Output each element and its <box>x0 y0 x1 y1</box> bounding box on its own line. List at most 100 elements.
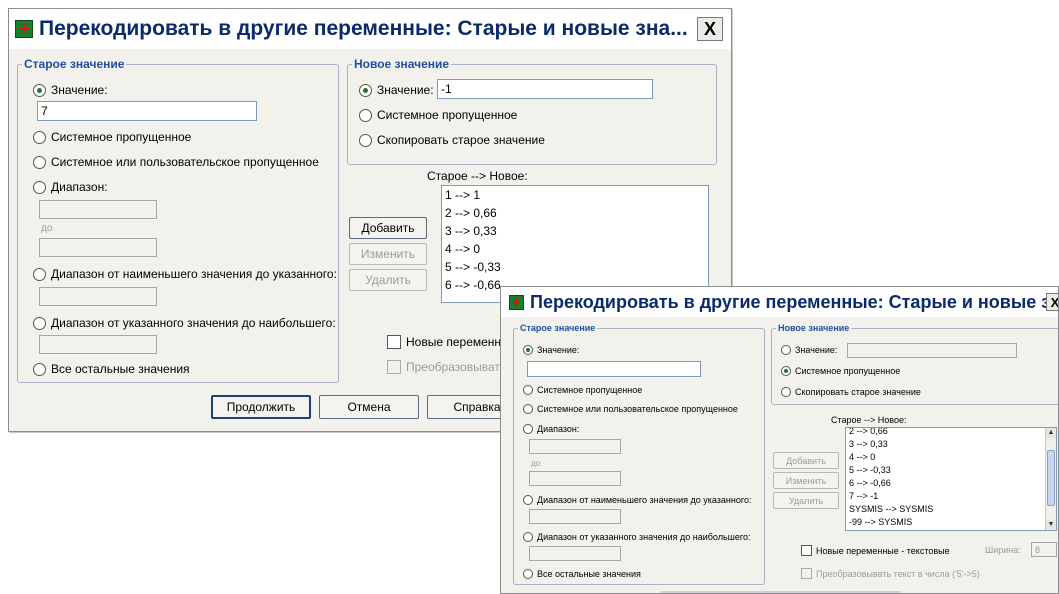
new-system-missing-label: Системное пропущенное <box>377 108 518 122</box>
new-value-input[interactable]: -1 <box>437 79 653 99</box>
width-label: Ширина: <box>985 545 1021 555</box>
radio-icon <box>33 180 46 194</box>
radio-icon <box>523 424 533 434</box>
old-system-user-missing-radio[interactable]: Системное или пользовательское пропущенн… <box>523 404 738 414</box>
old-value-label: Значение: <box>51 83 108 97</box>
old-value-label: Значение: <box>537 345 580 355</box>
old-system-missing-radio[interactable]: Системное пропущенное <box>33 130 191 144</box>
convert-numeric-label: Преобразовывать <box>406 360 507 374</box>
add-button[interactable]: Добавить <box>349 217 427 239</box>
old-value-input[interactable] <box>527 361 701 377</box>
recode-dialog-secondary: Перекодировать в другие переменные: Стар… <box>500 286 1059 594</box>
old-range-lowest-radio[interactable]: Диапазон от наименьшего значения до указ… <box>33 267 337 281</box>
list-item[interactable]: 6 --> -0,66 <box>846 477 1044 490</box>
remove-button[interactable]: Удалить <box>349 269 427 291</box>
string-output-checkbox[interactable]: Новые переменные - текстовые <box>801 545 950 556</box>
new-system-missing-radio[interactable]: Системное пропущенное <box>781 366 900 376</box>
old-range-lowest-label: Диапазон от наименьшего значения до указ… <box>537 495 752 505</box>
copy-old-radio[interactable]: Скопировать старое значение <box>781 387 921 397</box>
copy-old-radio[interactable]: Скопировать старое значение <box>359 133 545 147</box>
old-system-user-missing-radio[interactable]: Системное или пользовательское пропущенн… <box>33 155 319 169</box>
radio-selected-icon <box>781 366 791 376</box>
checkbox-icon <box>801 545 812 556</box>
checkbox-icon <box>801 568 812 579</box>
old-range-highest-radio[interactable]: Диапазон от указанного значения до наибо… <box>523 532 751 542</box>
old-range-lowest-radio[interactable]: Диапазон от наименьшего значения до указ… <box>523 495 751 505</box>
new-value-label: Значение: <box>377 83 434 97</box>
old-system-missing-radio[interactable]: Системное пропущенное <box>523 385 642 395</box>
continue-button[interactable]: Продолжить <box>211 395 311 419</box>
list-item[interactable]: -99 --> SYSMIS <box>846 516 1044 529</box>
old-all-other-radio[interactable]: Все остальные значения <box>523 569 641 579</box>
checkbox-icon <box>387 335 401 349</box>
old-new-list[interactable]: 2 --> 0,66 3 --> 0,33 4 --> 0 5 --> -0,3… <box>845 427 1057 531</box>
spss-recode-icon <box>509 294 524 310</box>
old-system-missing-label: Системное пропущенное <box>51 130 192 144</box>
range-highest-input <box>39 335 157 354</box>
spss-recode-icon <box>15 20 33 38</box>
radio-selected-icon <box>359 83 372 97</box>
list-item[interactable]: SYSMIS --> SYSMIS <box>846 503 1044 516</box>
old-all-other-label: Все остальные значения <box>51 362 190 376</box>
old-range-radio[interactable]: Диапазон: <box>33 180 108 194</box>
dialog-title: Перекодировать в другие переменные: Стар… <box>39 17 688 40</box>
radio-icon <box>523 532 533 542</box>
list-item[interactable]: 5 --> -0,33 <box>846 464 1044 477</box>
old-value-legend: Старое значение <box>520 323 596 333</box>
list-item[interactable]: 2 --> 0,66 <box>846 428 1044 438</box>
new-value-input <box>847 343 1017 358</box>
convert-numeric-checkbox[interactable]: Преобразовывать <box>387 360 506 374</box>
radio-icon <box>781 387 791 397</box>
radio-icon <box>33 362 46 376</box>
list-item[interactable]: 4 --> 0 <box>846 451 1044 464</box>
radio-icon <box>523 404 533 414</box>
old-range-highest-label: Диапазон от указанного значения до наибо… <box>51 316 336 330</box>
old-value-input[interactable]: 7 <box>37 101 257 121</box>
radio-icon <box>33 316 46 330</box>
mapping-label: Старое --> Новое: <box>427 169 528 183</box>
new-value-legend: Новое значение <box>778 323 850 333</box>
add-button[interactable]: Добавить <box>773 452 839 469</box>
close-icon[interactable]: X <box>697 17 723 41</box>
radio-icon <box>33 267 46 281</box>
remove-button[interactable]: Удалить <box>773 492 839 509</box>
old-range-highest-radio[interactable]: Диапазон от указанного значения до наибо… <box>33 316 336 330</box>
new-system-missing-radio[interactable]: Системное пропущенное <box>359 108 517 122</box>
list-item[interactable]: 3 --> 0,33 <box>846 438 1044 451</box>
string-output-checkbox[interactable]: Новые переменные <box>387 335 516 349</box>
list-scrollbar[interactable]: ▲ ▼ <box>1045 428 1056 530</box>
scroll-up-icon[interactable]: ▲ <box>1046 428 1056 438</box>
radio-icon <box>359 108 372 122</box>
convert-numeric-checkbox[interactable]: Преобразовывать текст в числа ('5'->5) <box>801 568 980 579</box>
change-button[interactable]: Изменить <box>349 243 427 265</box>
old-value-radio[interactable]: Значение: <box>33 83 108 97</box>
list-item[interactable]: 7 --> -1 <box>846 490 1044 503</box>
copy-old-label: Скопировать старое значение <box>377 133 545 147</box>
radio-selected-icon <box>523 345 533 355</box>
new-value-radio[interactable]: Значение: <box>781 345 837 355</box>
scroll-thumb[interactable] <box>1047 450 1055 506</box>
dialog-title: Перекодировать в другие переменные: Стар… <box>530 291 1058 312</box>
new-value-radio[interactable]: Значение: <box>359 83 434 97</box>
string-output-label: Новые переменные - текстовые <box>816 545 950 556</box>
radio-icon <box>359 133 372 147</box>
close-icon[interactable]: X <box>1046 293 1058 311</box>
old-all-other-radio[interactable]: Все остальные значения <box>33 362 190 376</box>
title-bar: Перекодировать в другие переменные: Стар… <box>501 287 1058 317</box>
scroll-down-icon[interactable]: ▼ <box>1046 520 1056 530</box>
copy-old-label: Скопировать старое значение <box>795 387 921 397</box>
list-item[interactable]: 2 --> 0,66 <box>442 204 708 222</box>
range-through-label: до <box>531 459 541 468</box>
list-item[interactable]: 4 --> 0 <box>442 240 708 258</box>
list-item[interactable]: 5 --> -0,33 <box>442 258 708 276</box>
old-value-legend: Старое значение <box>24 57 125 71</box>
cancel-button[interactable]: Отмена <box>319 395 419 419</box>
change-button[interactable]: Изменить <box>773 472 839 489</box>
old-range-radio[interactable]: Диапазон: <box>523 424 579 434</box>
old-value-radio[interactable]: Значение: <box>523 345 579 355</box>
old-system-missing-label: Системное пропущенное <box>537 385 643 395</box>
list-item[interactable]: 1 --> 1 <box>442 186 708 204</box>
radio-icon <box>523 495 533 505</box>
range-from-input <box>39 200 157 219</box>
list-item[interactable]: 3 --> 0,33 <box>442 222 708 240</box>
